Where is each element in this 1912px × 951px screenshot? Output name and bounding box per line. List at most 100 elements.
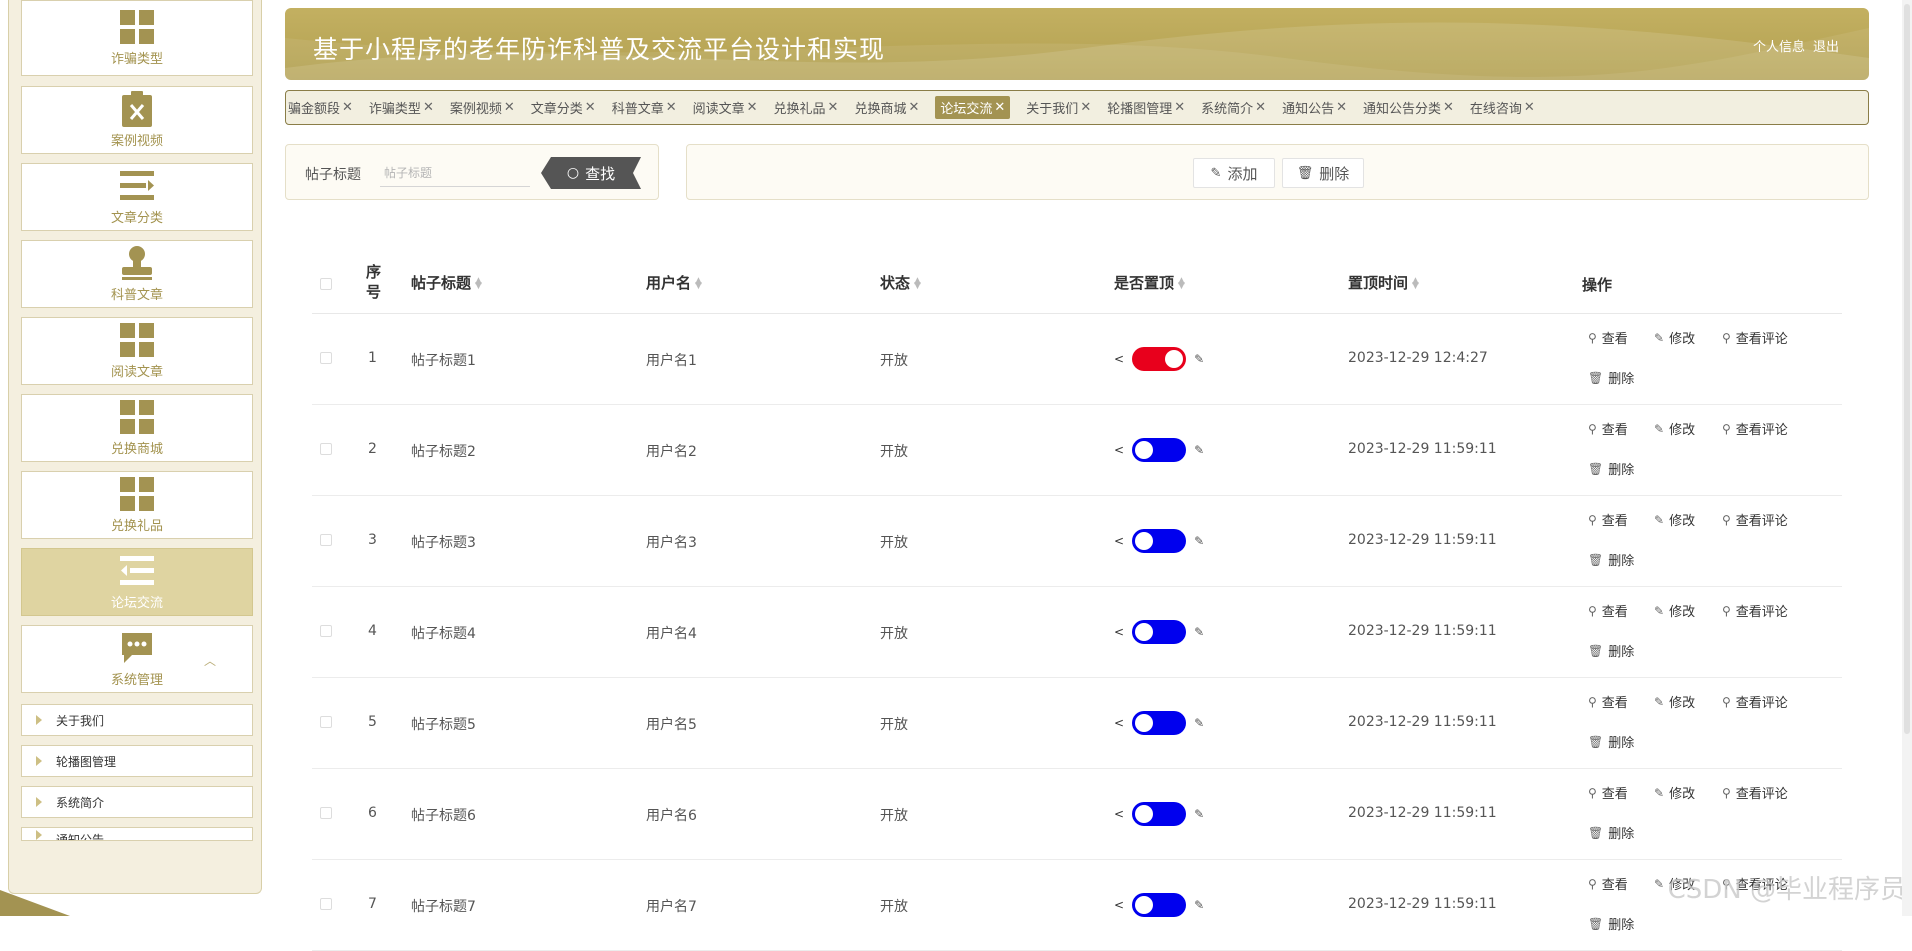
- tab-item[interactable]: 关于我们✕: [1026, 98, 1091, 117]
- close-icon[interactable]: ✕: [342, 100, 353, 115]
- close-icon[interactable]: ✕: [1524, 100, 1535, 115]
- view-comments-button[interactable]: ⚲查看评论: [1722, 601, 1788, 620]
- col-username[interactable]: 用户名▲▼: [646, 272, 702, 293]
- sidebar-subitem-notices[interactable]: 通知公告: [21, 827, 253, 841]
- tab-item[interactable]: 兑换礼品✕: [774, 98, 839, 117]
- sidebar-item-case-videos[interactable]: 案例视频: [21, 86, 253, 154]
- tab-item[interactable]: 系统简介✕: [1201, 98, 1266, 117]
- pin-toggle[interactable]: [1132, 893, 1186, 917]
- delete-row-button[interactable]: 🗑删除: [1588, 641, 1634, 660]
- delete-button[interactable]: 🗑 删除: [1282, 158, 1364, 188]
- tab-item[interactable]: 科普文章✕: [612, 98, 677, 117]
- pin-toggle[interactable]: [1132, 620, 1186, 644]
- sidebar-subitem-carousel[interactable]: 轮播图管理: [21, 745, 253, 777]
- edit-icon[interactable]: ✎: [1194, 898, 1204, 912]
- edit-icon[interactable]: ✎: [1194, 352, 1204, 366]
- delete-row-button[interactable]: 🗑删除: [1588, 550, 1634, 569]
- view-button[interactable]: ⚲查看: [1588, 783, 1628, 802]
- view-button[interactable]: ⚲查看: [1588, 510, 1628, 529]
- tab-item[interactable]: 骗金额段✕: [288, 98, 353, 117]
- edit-button[interactable]: ✎修改: [1654, 419, 1695, 438]
- pin-toggle[interactable]: [1132, 438, 1186, 462]
- close-icon[interactable]: ✕: [1336, 100, 1347, 115]
- tab-item[interactable]: 论坛交流✕: [935, 96, 1010, 119]
- view-comments-button[interactable]: ⚲查看评论: [1722, 692, 1788, 711]
- sidebar-item-article-categories[interactable]: 文章分类: [21, 163, 253, 231]
- edit-button[interactable]: ✎修改: [1654, 510, 1695, 529]
- delete-row-button[interactable]: 🗑删除: [1588, 368, 1634, 387]
- pin-toggle[interactable]: [1132, 529, 1186, 553]
- col-title[interactable]: 帖子标题▲▼: [411, 272, 482, 293]
- sidebar-item-science-articles[interactable]: 科普文章: [21, 240, 253, 308]
- sidebar-item-exchange-mall[interactable]: 兑换商城: [21, 394, 253, 462]
- chevron-up-icon[interactable]: ︿: [204, 652, 216, 669]
- share-icon[interactable]: <: [1114, 716, 1124, 730]
- edit-button[interactable]: ✎修改: [1654, 328, 1695, 347]
- pin-toggle[interactable]: [1132, 347, 1186, 371]
- close-icon[interactable]: ✕: [1080, 100, 1091, 115]
- close-icon[interactable]: ✕: [585, 100, 596, 115]
- select-all-checkbox[interactable]: [320, 278, 332, 290]
- edit-button[interactable]: ✎修改: [1654, 601, 1695, 620]
- col-pinned[interactable]: 是否置顶▲▼: [1114, 272, 1185, 293]
- share-icon[interactable]: <: [1114, 352, 1124, 366]
- view-comments-button[interactable]: ⚲查看评论: [1722, 783, 1788, 802]
- sidebar-item-forum[interactable]: 论坛交流: [21, 548, 253, 616]
- view-button[interactable]: ⚲查看: [1588, 601, 1628, 620]
- share-icon[interactable]: <: [1114, 807, 1124, 821]
- close-icon[interactable]: ✕: [747, 100, 758, 115]
- tab-item[interactable]: 兑换商城✕: [854, 98, 919, 117]
- close-icon[interactable]: ✕: [504, 100, 515, 115]
- tab-item[interactable]: 案例视频✕: [450, 98, 515, 117]
- view-comments-button[interactable]: ⚲查看评论: [1722, 328, 1788, 347]
- close-icon[interactable]: ✕: [828, 100, 839, 115]
- view-comments-button[interactable]: ⚲查看评论: [1722, 510, 1788, 529]
- tab-item[interactable]: 诈骗类型✕: [369, 98, 434, 117]
- edit-button[interactable]: ✎修改: [1654, 783, 1695, 802]
- share-icon[interactable]: <: [1114, 443, 1124, 457]
- profile-link[interactable]: 个人信息: [1753, 36, 1805, 55]
- close-icon[interactable]: ✕: [1443, 100, 1454, 115]
- sidebar-subitem-system-intro[interactable]: 系统简介: [21, 786, 253, 818]
- close-icon[interactable]: ✕: [666, 100, 677, 115]
- delete-row-button[interactable]: 🗑删除: [1588, 459, 1634, 478]
- sidebar-item-fraud-types[interactable]: 诈骗类型: [21, 0, 253, 76]
- row-checkbox[interactable]: [320, 534, 332, 546]
- view-button[interactable]: ⚲查看: [1588, 692, 1628, 711]
- share-icon[interactable]: <: [1114, 898, 1124, 912]
- share-icon[interactable]: <: [1114, 534, 1124, 548]
- col-status[interactable]: 状态▲▼: [880, 272, 921, 293]
- view-button[interactable]: ⚲查看: [1588, 874, 1628, 893]
- edit-icon[interactable]: ✎: [1194, 625, 1204, 639]
- view-button[interactable]: ⚲查看: [1588, 419, 1628, 438]
- edit-icon[interactable]: ✎: [1194, 716, 1204, 730]
- logout-link[interactable]: 退出: [1813, 36, 1839, 55]
- tab-item[interactable]: 文章分类✕: [531, 98, 596, 117]
- sidebar-item-exchange-gifts[interactable]: 兑换礼品: [21, 471, 253, 539]
- col-pin-time[interactable]: 置顶时间▲▼: [1348, 272, 1419, 293]
- close-icon[interactable]: ✕: [423, 100, 434, 115]
- close-icon[interactable]: ✕: [1174, 100, 1185, 115]
- tab-item[interactable]: 通知公告分类✕: [1363, 98, 1454, 117]
- row-checkbox[interactable]: [320, 807, 332, 819]
- row-checkbox[interactable]: [320, 716, 332, 728]
- close-icon[interactable]: ✕: [994, 100, 1005, 115]
- row-checkbox[interactable]: [320, 898, 332, 910]
- pin-toggle[interactable]: [1132, 711, 1186, 735]
- delete-row-button[interactable]: 🗑删除: [1588, 823, 1634, 842]
- close-icon[interactable]: ✕: [1255, 100, 1266, 115]
- delete-row-button[interactable]: 🗑删除: [1588, 732, 1634, 751]
- sidebar-item-system-management[interactable]: 系统管理 ︿: [21, 625, 253, 693]
- edit-icon[interactable]: ✎: [1194, 807, 1204, 821]
- tab-item[interactable]: 通知公告✕: [1282, 98, 1347, 117]
- share-icon[interactable]: <: [1114, 625, 1124, 639]
- tab-item[interactable]: 阅读文章✕: [693, 98, 758, 117]
- row-checkbox[interactable]: [320, 625, 332, 637]
- delete-row-button[interactable]: 🗑删除: [1588, 914, 1634, 933]
- sidebar-item-read-articles[interactable]: 阅读文章: [21, 317, 253, 385]
- edit-icon[interactable]: ✎: [1194, 443, 1204, 457]
- add-button[interactable]: ✎ 添加: [1193, 158, 1275, 188]
- pin-toggle[interactable]: [1132, 802, 1186, 826]
- tab-item[interactable]: 在线咨询✕: [1470, 98, 1535, 117]
- view-button[interactable]: ⚲查看: [1588, 328, 1628, 347]
